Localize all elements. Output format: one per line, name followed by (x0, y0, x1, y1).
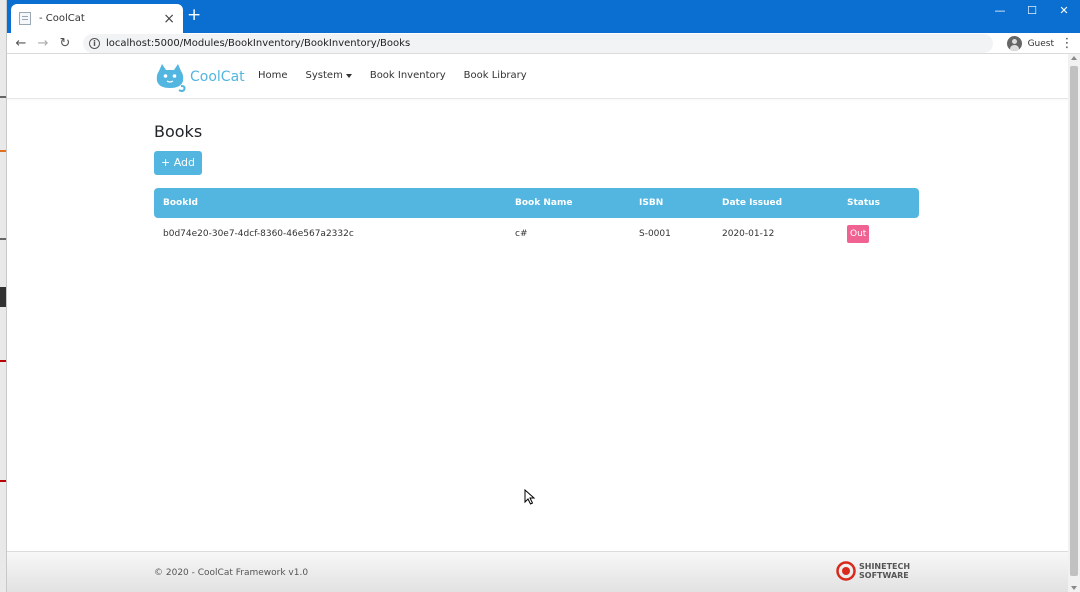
header-status: Status (847, 198, 880, 208)
header-bookid: BookId (163, 198, 199, 208)
tab-title: - CoolCat (39, 13, 85, 24)
add-book-button[interactable]: + Add (154, 151, 202, 175)
brand-logo[interactable]: CoolCat (154, 62, 245, 92)
cell-book-name: c# (515, 229, 528, 239)
company-name: SHINETECH SOFTWARE (859, 562, 910, 580)
browser-titlebar: - CoolCat × + — ☐ ✕ (7, 0, 1080, 33)
maximize-icon[interactable]: ☐ (1016, 0, 1048, 20)
cell-status: Out (847, 225, 870, 243)
site-info-icon[interactable]: i (89, 38, 100, 49)
nav-book-library[interactable]: Book Library (464, 70, 527, 81)
address-bar[interactable]: i localhost:5000/Modules/BookInventory/B… (83, 34, 993, 53)
nav-system-dropdown[interactable]: System (306, 70, 352, 81)
page-footer: © 2020 - CoolCat Framework v1.0 SHINETEC… (7, 551, 1068, 592)
company-logo: SHINETECH SOFTWARE (836, 561, 910, 581)
app-navbar: CoolCat Home System Book Inventory Book … (7, 54, 1068, 99)
scroll-up-arrow-icon[interactable] (1071, 56, 1077, 60)
company-line1: SHINETECH (859, 562, 911, 571)
status-badge: Out (847, 225, 870, 243)
forward-arrow-icon[interactable]: → (32, 33, 54, 53)
scrollbar-thumb[interactable] (1070, 66, 1078, 576)
company-line2: SOFTWARE (859, 571, 909, 580)
books-table: BookId Book Name ISBN Date Issued Status… (154, 188, 919, 250)
table-row[interactable]: b0d74e20-30e7-4dcf-8360-46e567a2332c c# … (154, 218, 919, 250)
page-title: Books (154, 122, 203, 141)
cell-date-issued: 2020-01-12 (722, 229, 775, 239)
tab-close-icon[interactable]: × (163, 12, 175, 26)
browser-toolbar: ← → ↻ i localhost:5000/Modules/BookInven… (7, 33, 1080, 54)
shinetech-logo-icon (836, 561, 856, 581)
page-viewport: CoolCat Home System Book Inventory Book … (7, 54, 1080, 592)
window-controls: — ☐ ✕ (984, 0, 1080, 20)
close-window-icon[interactable]: ✕ (1048, 0, 1080, 20)
browser-tab[interactable]: - CoolCat × (11, 4, 183, 33)
mouse-cursor-icon (524, 489, 536, 505)
desktop-edge (0, 0, 7, 592)
main-content: Books + Add BookId Book Name ISBN Date I… (154, 122, 919, 243)
caret-down-icon (345, 73, 352, 78)
cell-isbn: S-0001 (639, 229, 671, 239)
nav-home[interactable]: Home (258, 70, 288, 81)
page-favicon-icon (19, 12, 31, 25)
scroll-down-arrow-icon[interactable] (1071, 586, 1077, 590)
profile-name: Guest (1027, 38, 1054, 49)
header-book-name: Book Name (515, 198, 573, 208)
header-isbn: ISBN (639, 198, 664, 208)
guest-avatar-icon (1006, 36, 1022, 51)
header-date-issued: Date Issued (722, 198, 783, 208)
back-arrow-icon[interactable]: ← (10, 33, 32, 53)
profile-button[interactable]: Guest (1006, 34, 1054, 53)
table-header: BookId Book Name ISBN Date Issued Status (154, 188, 919, 218)
nav-book-inventory[interactable]: Book Inventory (370, 70, 446, 81)
url-text: localhost:5000/Modules/BookInventory/Boo… (106, 38, 411, 49)
main-nav: Home System Book Inventory Book Library (258, 70, 545, 81)
browser-window: - CoolCat × + — ☐ ✕ ← → ↻ i localhost:50… (7, 0, 1080, 592)
browser-menu-kebab-icon[interactable]: ⋮ (1060, 34, 1074, 53)
new-tab-plus-icon[interactable]: + (187, 7, 201, 24)
page-scrollbar[interactable] (1068, 54, 1080, 592)
cell-book-id: b0d74e20-30e7-4dcf-8360-46e567a2332c (163, 229, 354, 239)
brand-name: CoolCat (190, 69, 245, 85)
reload-icon[interactable]: ↻ (54, 33, 76, 53)
minimize-icon[interactable]: — (984, 0, 1016, 20)
footer-copyright: © 2020 - CoolCat Framework v1.0 (154, 568, 309, 578)
coolcat-logo-icon (156, 64, 186, 92)
nav-system-label: System (305, 70, 343, 81)
